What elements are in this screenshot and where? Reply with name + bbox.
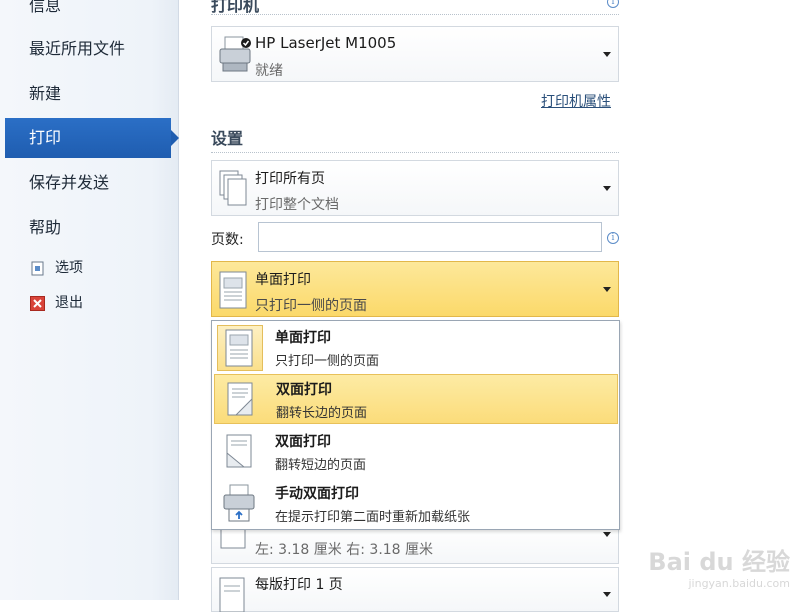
manual-duplex-printer-icon [221,483,257,527]
print-range-title: 打印所有页 [255,171,325,187]
list-item[interactable]: 手动双面打印 在提示打印第二面时重新加载纸张 [214,479,618,529]
pages-stack-icon [218,169,248,209]
divider [211,14,619,15]
nav-exit-label: 退出 [55,295,83,311]
duplex-title: 单面打印 [255,272,311,288]
one-sided-page-icon [217,325,263,371]
margins-dropdown[interactable]: 左: 3.18 厘米 右: 3.18 厘米 [211,521,619,564]
exit-icon [30,295,45,311]
nav-save-send[interactable]: 保存并发送 [5,163,175,203]
nav-help[interactable]: 帮助 [5,208,175,248]
duplex-options-list: 单面打印 只打印一侧的页面 双面打印 翻转长边的页面 双面打印 翻转短边的页面 … [211,320,620,530]
pages-input[interactable] [258,222,602,252]
option-sub: 在提示打印第二面时重新加载纸张 [275,510,471,525]
option-sub: 翻转长边的页面 [276,406,368,421]
divider [211,152,619,153]
nav-exit[interactable]: 退出 [30,293,83,313]
printer-status: 就绪 [255,63,283,79]
chevron-down-icon [603,592,611,597]
duplex-sub: 只打印一侧的页面 [255,298,367,314]
nav-info[interactable]: 信息 [5,0,175,26]
page-layout-icon [218,576,248,616]
printer-name: HP LaserJet M1005 [255,34,397,52]
pages-info-icon[interactable]: i [607,232,619,244]
option-title: 双面打印 [276,382,332,398]
duplex-short-edge-icon [224,433,258,475]
printer-info-icon[interactable]: i [607,0,619,8]
option-title: 手动双面打印 [275,486,359,502]
backstage-nav: 信息 最近所用文件 新建 打印 保存并发送 帮助 选项 退出 [0,0,179,600]
pages-label: 页数: [211,232,244,248]
option-sub: 翻转短边的页面 [275,458,367,473]
watermark-url: jingyan.baidu.com [688,577,790,590]
list-item[interactable]: 单面打印 只打印一侧的页面 [214,323,618,373]
duplex-dropdown[interactable]: 单面打印 只打印一侧的页面 [211,261,619,317]
print-range-sub: 打印整个文档 [255,197,339,213]
list-item[interactable]: 双面打印 翻转长边的页面 [214,374,618,424]
chevron-down-icon [603,532,611,537]
baidu-watermark: Bai du 经验 jingyan.baidu.com [648,542,790,590]
nav-options[interactable]: 选项 [30,258,83,278]
nav-print[interactable]: 打印 [5,118,179,158]
printer-icon [217,35,253,79]
list-item[interactable]: 双面打印 翻转短边的页面 [214,427,618,477]
option-title: 双面打印 [275,434,331,450]
nav-recent[interactable]: 最近所用文件 [5,29,175,69]
one-sided-page-icon [218,270,248,314]
printer-dropdown[interactable]: HP LaserJet M1005 就绪 [211,26,619,82]
option-sub: 只打印一侧的页面 [275,354,380,369]
chevron-down-icon [603,287,611,292]
option-title: 单面打印 [275,330,331,346]
options-icon [30,261,45,276]
watermark-brand: Bai du 经验 [648,548,790,576]
nav-options-label: 选项 [55,260,83,276]
pages-per-sheet-dropdown[interactable]: 每版打印 1 页 [211,567,619,613]
duplex-long-edge-icon [225,381,259,423]
pages-per-sheet-title: 每版打印 1 页 [255,577,343,593]
settings-section-title: 设置 [211,129,244,148]
margins-text: 左: 3.18 厘米 右: 3.18 厘米 [255,542,434,558]
printer-properties-link[interactable]: 打印机属性 [541,91,611,111]
margins-page-icon [220,521,246,554]
chevron-down-icon [603,52,611,57]
chevron-down-icon [603,186,611,191]
nav-new[interactable]: 新建 [5,74,175,114]
print-range-dropdown[interactable]: 打印所有页 打印整个文档 [211,160,619,216]
